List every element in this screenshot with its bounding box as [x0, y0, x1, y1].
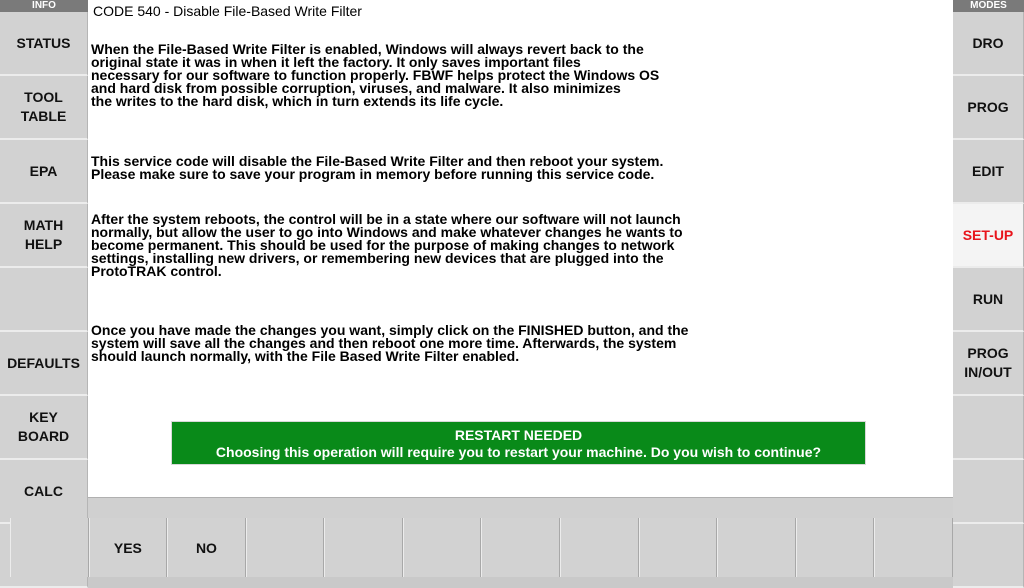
modes-header: MODES — [953, 0, 1024, 12]
info-blank-button[interactable] — [0, 268, 88, 332]
prog-button[interactable]: PROG — [953, 76, 1024, 140]
softkey-blank[interactable] — [560, 518, 639, 577]
info-menu: STATUS TOOL TABLE EPA MATH HELP DEFAULTS… — [0, 12, 88, 588]
no-button[interactable]: NO — [167, 518, 246, 577]
page-title: CODE 540 - Disable File-Based Write Filt… — [93, 3, 362, 19]
softkey-blank[interactable] — [245, 518, 325, 577]
prog-in-out-button[interactable]: PROG IN/OUT — [953, 332, 1024, 396]
run-button[interactable]: RUN — [953, 268, 1024, 332]
softkey-blank[interactable] — [638, 518, 718, 577]
status-button[interactable]: STATUS — [0, 12, 88, 76]
calc-button[interactable]: CALC — [0, 460, 88, 524]
service-code-panel: CODE 540 - Disable File-Based Write Filt… — [88, 0, 953, 497]
softkey-blank[interactable] — [795, 518, 875, 577]
info-header: INFO — [0, 0, 88, 12]
status-bar — [88, 497, 953, 519]
dro-button[interactable]: DRO — [953, 12, 1024, 76]
yes-button[interactable]: YES — [88, 518, 168, 577]
alert-message: Choosing this operation will require you… — [215, 444, 822, 460]
modes-blank-button[interactable] — [953, 524, 1024, 588]
description-paragraph: Once you have made the changes you want,… — [91, 322, 689, 364]
modes-blank-button[interactable] — [953, 460, 1024, 524]
softkey-blank[interactable] — [717, 518, 796, 577]
softkey-blank[interactable] — [481, 518, 561, 577]
description-paragraph: When the File-Based Write Filter is enab… — [91, 41, 660, 109]
keyboard-button[interactable]: KEY BOARD — [0, 396, 88, 460]
description-paragraph: This service code will disable the File-… — [91, 153, 664, 182]
modes-blank-button[interactable] — [953, 396, 1024, 460]
softkey-blank[interactable] — [324, 518, 403, 577]
modes-menu: DRO PROG EDIT SET-UP RUN PROG IN/OUT — [953, 12, 1024, 588]
softkey-blank[interactable] — [874, 518, 953, 577]
defaults-button[interactable]: DEFAULTS — [0, 332, 88, 396]
restart-alert: RESTART NEEDED Choosing this operation w… — [171, 421, 866, 465]
tool-table-button[interactable]: TOOL TABLE — [0, 76, 88, 140]
softkey-bar: YES NO — [10, 518, 953, 577]
softkey-blank[interactable] — [402, 518, 482, 577]
set-up-button[interactable]: SET-UP — [953, 204, 1024, 268]
epa-button[interactable]: EPA — [0, 140, 88, 204]
description-paragraph: After the system reboots, the control wi… — [91, 211, 683, 279]
softkey-blank[interactable] — [10, 518, 89, 577]
math-help-button[interactable]: MATH HELP — [0, 204, 88, 268]
edit-button[interactable]: EDIT — [953, 140, 1024, 204]
alert-title: RESTART NEEDED — [454, 427, 583, 443]
